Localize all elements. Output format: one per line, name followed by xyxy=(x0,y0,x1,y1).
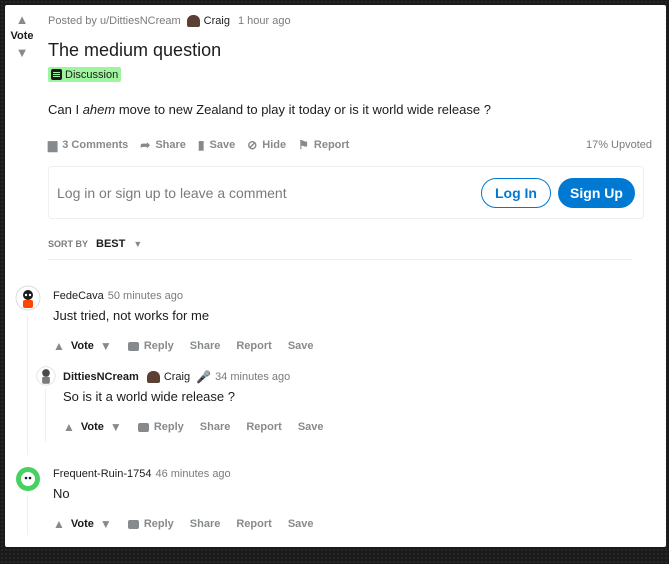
downvote-icon[interactable]: ▼ xyxy=(100,339,112,353)
upvote-ratio: 17% Upvoted xyxy=(585,139,652,151)
signup-button[interactable]: Sign Up xyxy=(558,177,635,208)
share-label: Share xyxy=(155,139,186,151)
avatar[interactable] xyxy=(15,285,41,311)
post-content: Posted by u/DittiesNCream Craig 1 hour a… xyxy=(48,13,652,153)
comment-time[interactable]: 46 minutes ago xyxy=(155,468,230,480)
reply-label: Reply xyxy=(153,421,184,433)
save-button[interactable]: ▮ Save xyxy=(198,138,235,152)
user-flair-icon xyxy=(146,371,160,383)
downvote-icon[interactable]: ▼ xyxy=(9,46,35,60)
vote-label: Vote xyxy=(70,518,94,530)
post-meta: Posted by u/DittiesNCream Craig 1 hour a… xyxy=(48,13,652,28)
comment-icon xyxy=(127,519,139,529)
flag-icon: ⚑ xyxy=(298,138,309,152)
save-button[interactable]: Save xyxy=(288,340,314,352)
comment-text: No xyxy=(53,486,70,501)
save-button[interactable]: Save xyxy=(288,518,314,530)
thread-line[interactable] xyxy=(27,315,28,455)
reply-label: Reply xyxy=(143,518,174,530)
reply-button[interactable]: Reply xyxy=(137,421,184,433)
discussion-icon xyxy=(51,69,62,80)
upvote-icon[interactable]: ▲ xyxy=(53,517,65,531)
comment-author[interactable]: FedeCava xyxy=(53,290,104,302)
user-flair-text: Craig xyxy=(203,14,230,27)
comment-actions: ▲ Vote ▼ Reply Share Report Save xyxy=(53,516,314,532)
downvote-icon[interactable]: ▼ xyxy=(110,420,122,434)
post-card: ▲ Vote ▼ Posted by u/DittiesNCream Craig… xyxy=(5,5,666,547)
post-flair-label: Discussion xyxy=(65,68,119,81)
report-button[interactable]: Report xyxy=(236,518,271,530)
comment-text: So is it a world wide release ? xyxy=(63,389,235,404)
avatar[interactable] xyxy=(36,366,56,386)
login-prompt: Log in or sign up to leave a comment xyxy=(57,184,287,201)
login-button[interactable]: Log In xyxy=(481,177,551,208)
upvote-icon[interactable]: ▲ xyxy=(63,420,75,434)
comment-login-box: Log in or sign up to leave a comment Log… xyxy=(48,166,644,219)
share-button[interactable]: Share xyxy=(200,421,231,433)
divider xyxy=(48,259,632,260)
post-body-emphasis: ahem xyxy=(82,102,116,117)
posted-by[interactable]: Posted by u/DittiesNCream xyxy=(48,15,181,27)
hide-icon: ⊘ xyxy=(247,138,258,152)
sort-label: SORT BY xyxy=(48,239,89,249)
reply-button[interactable]: Reply xyxy=(127,340,174,352)
user-flair-text: Craig xyxy=(163,371,191,383)
post-body-part: Can I xyxy=(48,102,83,117)
vote-label: Vote xyxy=(70,340,94,352)
comments-label: 3 Comments xyxy=(62,139,129,151)
share-button[interactable]: ➦ Share xyxy=(140,138,186,152)
share-icon: ➦ xyxy=(140,138,151,152)
avatar[interactable] xyxy=(15,466,41,492)
reply-label: Reply xyxy=(143,340,174,352)
share-button[interactable]: Share xyxy=(190,340,221,352)
comment-time[interactable]: 34 minutes ago xyxy=(215,371,290,383)
upvote-icon[interactable]: ▲ xyxy=(53,339,65,353)
comment-icon xyxy=(127,341,139,351)
comment-time[interactable]: 50 minutes ago xyxy=(108,290,183,302)
comment-author[interactable]: DittiesNCream xyxy=(63,371,139,383)
comment-author[interactable]: Frequent-Ruin-1754 xyxy=(53,468,151,480)
report-button[interactable]: Report xyxy=(236,340,271,352)
report-button[interactable]: ⚑ Report xyxy=(298,138,349,152)
hide-button[interactable]: ⊘ Hide xyxy=(247,138,286,152)
save-label: Save xyxy=(209,139,236,151)
comment: FedeCava 50 minutes ago Just tried, not … xyxy=(53,288,314,354)
sort-value: BEST xyxy=(96,238,126,250)
microphone-icon: 🎤 xyxy=(196,370,212,384)
comment-actions: ▲ Vote ▼ Reply Share Report Save xyxy=(63,419,324,435)
post-time[interactable]: 1 hour ago xyxy=(238,15,291,27)
reply-button[interactable]: Reply xyxy=(127,518,174,530)
thread-line[interactable] xyxy=(27,495,28,535)
comments-button[interactable]: ▆ 3 Comments xyxy=(48,138,128,152)
hide-label: Hide xyxy=(262,139,287,151)
comment: Frequent-Ruin-1754 46 minutes ago No ▲ V… xyxy=(53,466,314,532)
bookmark-icon: ▮ xyxy=(197,138,205,152)
post-body: Can I ahem move to new Zealand to play i… xyxy=(48,102,652,117)
user-flair-icon xyxy=(186,14,200,27)
sort-dropdown[interactable]: SORT BY BEST ▼ xyxy=(48,238,142,250)
comment-icon xyxy=(137,422,149,432)
post-title: The medium question xyxy=(48,40,222,60)
post-vote-column: ▲ Vote ▼ xyxy=(9,13,35,60)
chevron-down-icon: ▼ xyxy=(133,239,143,249)
downvote-icon[interactable]: ▼ xyxy=(100,517,112,531)
report-button[interactable]: Report xyxy=(246,421,281,433)
vote-label: Vote xyxy=(80,421,104,433)
post-flair-tag[interactable]: Discussion xyxy=(48,67,122,82)
vote-label: Vote xyxy=(10,30,34,42)
comment-icon: ▆ xyxy=(48,138,58,152)
post-body-part: move to new Zealand to play it today or … xyxy=(115,102,491,117)
share-button[interactable]: Share xyxy=(190,518,221,530)
post-actions: ▆ 3 Comments ➦ Share ▮ Save ⊘ Hide ⚑ Rep… xyxy=(48,137,652,153)
save-button[interactable]: Save xyxy=(298,421,324,433)
comment-actions: ▲ Vote ▼ Reply Share Report Save xyxy=(53,338,314,354)
upvote-icon[interactable]: ▲ xyxy=(9,13,35,27)
report-label: Report xyxy=(313,139,350,151)
comment: DittiesNCream Craig 🎤 34 minutes ago So … xyxy=(63,369,324,435)
thread-line[interactable] xyxy=(45,389,46,442)
comment-text: Just tried, not works for me xyxy=(53,308,210,323)
